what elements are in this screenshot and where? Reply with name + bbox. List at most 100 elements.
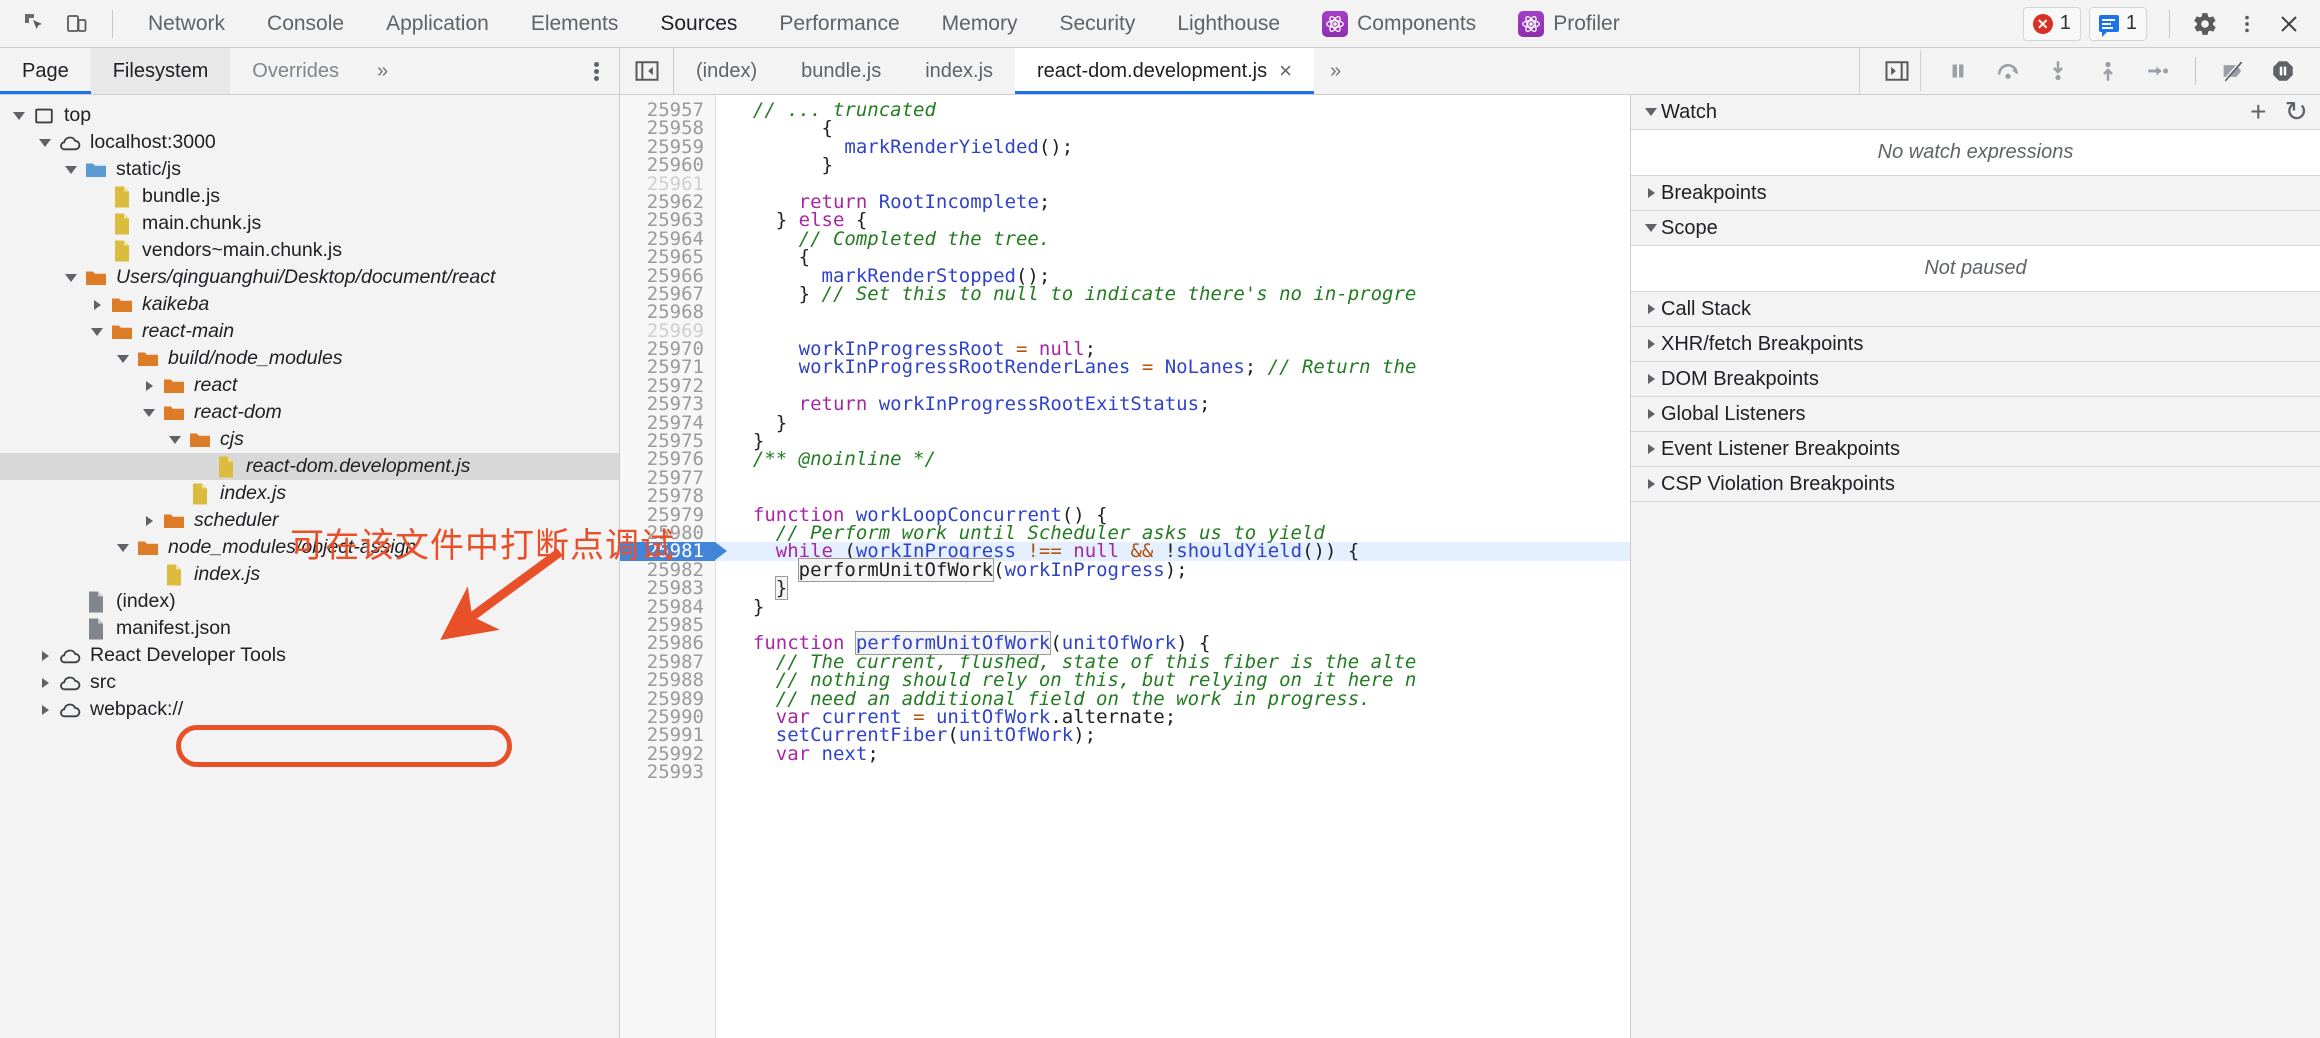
chevron-right-icon[interactable] <box>1641 444 1661 454</box>
chevron-down-icon[interactable] <box>60 273 82 282</box>
refresh-watch-icon[interactable]: ↻ <box>2285 98 2308 126</box>
code-line[interactable]: /** @noinline */ <box>716 450 1630 469</box>
file-tree-item[interactable]: node_modules/object-assign <box>0 534 619 561</box>
panel-tab-lighthouse[interactable]: Lighthouse <box>1156 0 1301 48</box>
line-number[interactable]: 25965 <box>620 247 715 266</box>
debugger-section-global-listeners[interactable]: Global Listeners <box>1631 397 2320 432</box>
file-tree-item[interactable]: (index) <box>0 588 619 615</box>
inspect-element-icon[interactable] <box>14 4 56 44</box>
chevron-right-icon[interactable] <box>1641 479 1661 489</box>
file-tab--index-[interactable]: (index) <box>674 48 779 94</box>
line-number[interactable]: 25983 <box>620 578 715 597</box>
file-tree-item[interactable]: index.js <box>0 480 619 507</box>
step-button[interactable] <box>2135 51 2181 91</box>
chevron-right-icon[interactable] <box>1641 304 1661 314</box>
code-editor[interactable]: 25957 25958 25959 25960 25961 25962 25963 25964… <box>620 95 1630 1038</box>
panel-tab-security[interactable]: Security <box>1038 0 1156 48</box>
code-line[interactable] <box>716 303 1630 321</box>
chevron-down-icon[interactable] <box>112 354 134 363</box>
code-line[interactable]: } <box>716 413 1630 432</box>
code-line[interactable]: markRenderYielded(); <box>716 137 1630 156</box>
step-out-of-current-function-button[interactable] <box>2085 51 2131 91</box>
navigator-tab-overrides[interactable]: Overrides <box>230 48 361 94</box>
code-line[interactable]: workInProgressRootRenderLanes = NoLanes;… <box>716 358 1630 377</box>
code-line[interactable]: } <box>716 156 1630 175</box>
line-number[interactable]: 25960 <box>620 155 715 174</box>
chevron-right-icon[interactable] <box>34 650 56 661</box>
line-number[interactable]: 25968 <box>620 303 715 322</box>
panel-tab-application[interactable]: Application <box>365 0 510 48</box>
debugger-section-event-listener-breakpoints[interactable]: Event Listener Breakpoints <box>1631 432 2320 467</box>
chevron-down-icon[interactable] <box>60 165 82 174</box>
code-line[interactable]: } // Set this to null to indicate there'… <box>716 284 1630 303</box>
panel-tab-performance[interactable]: Performance <box>758 0 920 48</box>
code-line[interactable] <box>716 469 1630 487</box>
chevron-right-icon[interactable] <box>1641 374 1661 384</box>
file-tree-item[interactable]: src <box>0 669 619 696</box>
debugger-section-watch[interactable]: Watch + ↻ <box>1631 95 2320 130</box>
line-number[interactable]: 25991 <box>620 726 715 745</box>
file-tree-item[interactable]: bundle.js <box>0 183 619 210</box>
show-navigator-button[interactable] <box>620 48 674 94</box>
debugger-section-breakpoints[interactable]: Breakpoints <box>1631 176 2320 211</box>
chevron-down-icon[interactable] <box>34 138 56 147</box>
code-line[interactable]: } <box>716 597 1630 616</box>
file-tree-item[interactable]: cjs <box>0 426 619 453</box>
chevron-right-icon[interactable] <box>34 704 56 715</box>
more-navigator-tabs-chevron-icon[interactable]: » <box>361 48 404 94</box>
navigator-tab-page[interactable]: Page <box>0 48 91 94</box>
debugger-section-dom-breakpoints[interactable]: DOM Breakpoints <box>1631 362 2320 397</box>
code-line[interactable]: // ... truncated <box>716 101 1630 120</box>
step-over-next-function-call-button[interactable] <box>1985 51 2031 91</box>
chevron-down-icon[interactable] <box>138 408 160 417</box>
file-tab-index-js[interactable]: index.js <box>903 48 1015 94</box>
line-number[interactable]: 25988 <box>620 670 715 689</box>
file-tree-item[interactable]: build/node_modules <box>0 345 619 372</box>
file-tree-item[interactable]: manifest.json <box>0 615 619 642</box>
line-number[interactable]: 25993 <box>620 762 715 781</box>
line-number[interactable]: 25973 <box>620 395 715 414</box>
file-tree-item[interactable]: React Developer Tools <box>0 642 619 669</box>
line-number-gutter[interactable]: 25957 25958 25959 25960 25961 25962 25963 25964… <box>620 95 727 1038</box>
file-tree-item[interactable]: main.chunk.js <box>0 210 619 237</box>
file-tree-item-selected[interactable]: react-dom.development.js <box>0 453 619 480</box>
panel-tab-profiler[interactable]: Profiler <box>1497 0 1641 48</box>
chevron-right-icon[interactable] <box>1641 339 1661 349</box>
panel-tab-components[interactable]: Components <box>1301 0 1497 48</box>
panel-tab-console[interactable]: Console <box>246 0 365 48</box>
navigator-more-options-icon[interactable] <box>574 48 619 94</box>
add-watch-expression-icon[interactable]: + <box>2250 98 2266 126</box>
file-tree-item[interactable]: vendors~main.chunk.js <box>0 237 619 264</box>
debugger-section-csp-violation-breakpoints[interactable]: CSP Violation Breakpoints <box>1631 467 2320 502</box>
pause-script-execution-button[interactable] <box>1935 51 1981 91</box>
code-line[interactable]: performUnitOfWork(workInProgress); <box>716 557 1630 582</box>
chevron-right-icon[interactable] <box>1641 188 1661 198</box>
file-tree-item[interactable]: top <box>0 102 619 129</box>
file-navigator[interactable]: top localhost:3000 static/js bundle.js main.… <box>0 95 620 1038</box>
close-icon[interactable] <box>2268 4 2310 44</box>
error-count-badge[interactable]: ✕ 1 <box>2022 6 2081 41</box>
line-number[interactable]: 25978 <box>620 486 715 505</box>
panel-tab-elements[interactable]: Elements <box>510 0 640 48</box>
chevron-down-icon[interactable] <box>8 111 30 120</box>
file-tree-item[interactable]: react <box>0 372 619 399</box>
chevron-right-icon[interactable] <box>86 299 108 310</box>
chevron-down-icon[interactable] <box>86 327 108 336</box>
line-number[interactable]: 25963 <box>620 211 715 230</box>
chevron-down-icon[interactable] <box>112 543 134 552</box>
pause-on-exceptions-button[interactable] <box>2260 51 2306 91</box>
chevron-down-icon[interactable] <box>164 435 186 444</box>
panel-tab-memory[interactable]: Memory <box>921 0 1039 48</box>
chevron-right-icon[interactable] <box>1641 409 1661 419</box>
more-file-tabs-chevron-icon[interactable]: » <box>1314 48 1357 94</box>
code-content[interactable]: // ... truncated { markRenderYielded(); … <box>716 95 1630 1038</box>
show-debugger-sidebar-button[interactable] <box>1874 51 1920 91</box>
file-tree-item[interactable]: scheduler <box>0 507 619 534</box>
chevron-down-icon[interactable] <box>1641 224 1661 232</box>
code-line[interactable]: var next; <box>716 744 1630 763</box>
file-tab-react-dom-development-js[interactable]: react-dom.development.js × <box>1015 48 1314 94</box>
chevron-down-icon[interactable] <box>1641 108 1661 116</box>
file-tree-item[interactable]: react-dom <box>0 399 619 426</box>
navigator-tab-filesystem[interactable]: Filesystem <box>90 48 231 94</box>
file-tree-item[interactable]: Users/qinguanghui/Desktop/document/react <box>0 264 619 291</box>
